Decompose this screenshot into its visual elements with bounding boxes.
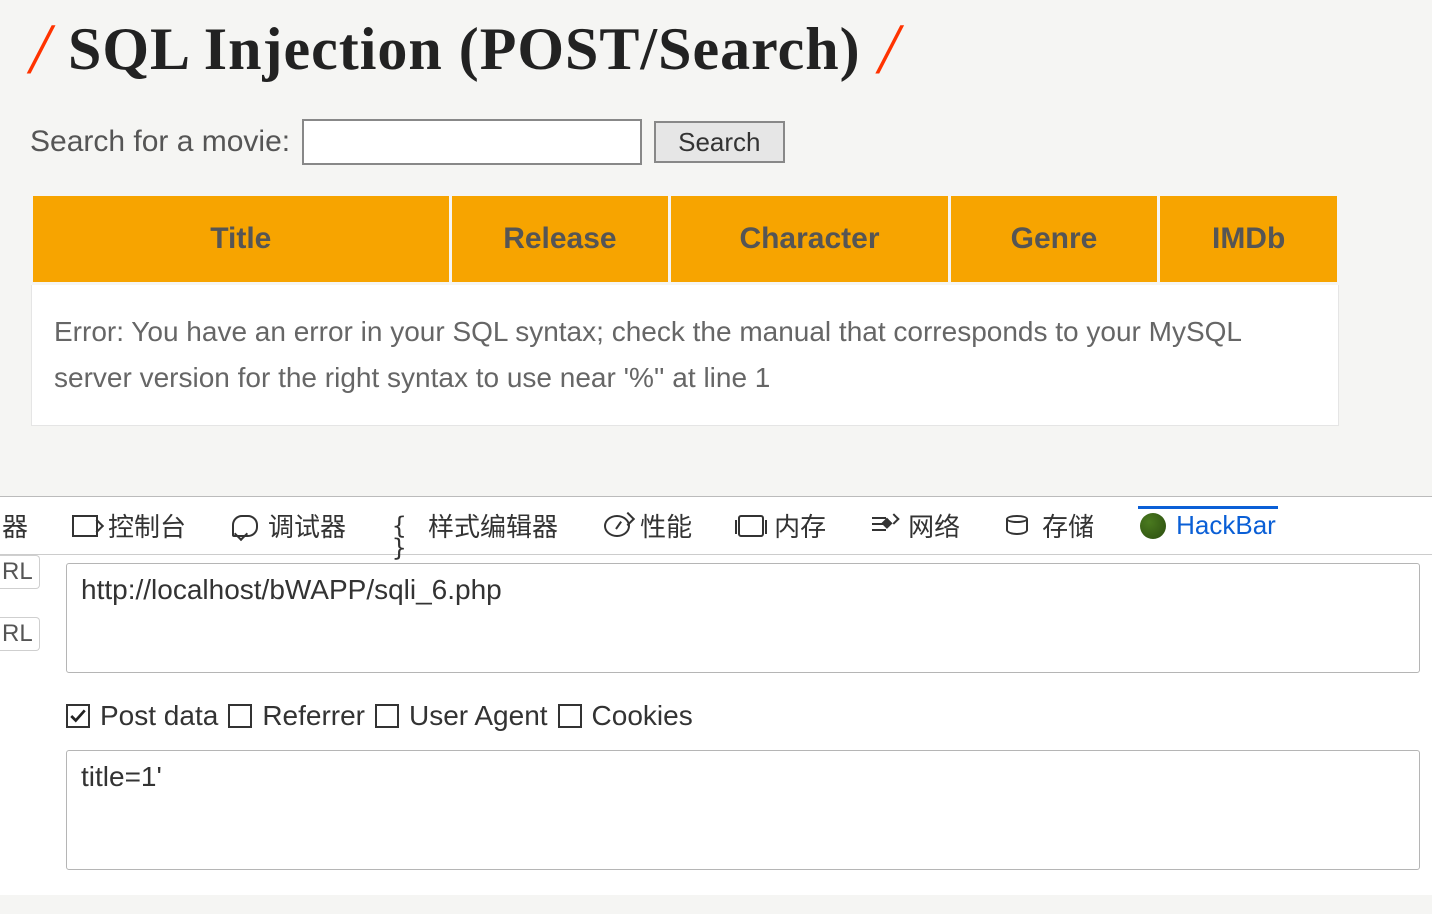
tab-storage[interactable]: 存储: [1004, 503, 1096, 548]
checkbox-referrer-label: Referrer: [262, 700, 365, 732]
search-form: Search for a movie: Search: [30, 119, 1402, 165]
checkbox-user-agent[interactable]: User Agent: [375, 700, 548, 732]
post-data-input[interactable]: [66, 750, 1420, 870]
tab-network[interactable]: 网络: [870, 503, 962, 548]
col-release: Release: [450, 195, 670, 284]
checkbox-cookies[interactable]: Cookies: [558, 700, 693, 732]
checkbox-icon: [558, 704, 582, 728]
tab-memory[interactable]: 内存: [736, 503, 828, 548]
tab-console-label: 控制台: [108, 507, 186, 544]
console-icon: [72, 515, 98, 537]
chip-icon: [738, 515, 764, 537]
search-button[interactable]: Search: [654, 121, 784, 163]
tab-memory-label: 内存: [774, 507, 826, 544]
tab-performance-label: 性能: [640, 507, 692, 544]
tab-style-editor[interactable]: { } 样式编辑器: [390, 503, 560, 548]
url-input[interactable]: [66, 563, 1420, 673]
tab-performance[interactable]: 性能: [602, 503, 694, 548]
tab-hackbar-label: HackBar: [1176, 510, 1276, 541]
side-button-rl-1[interactable]: RL: [0, 555, 40, 589]
tab-truncated[interactable]: 器: [0, 507, 28, 544]
checkbox-post-data-label: Post data: [100, 700, 218, 732]
col-title: Title: [32, 195, 451, 284]
devtools-tabs: 器 控制台 调试器 { } 样式编辑器 性能 内存 网络 存储: [0, 497, 1432, 555]
tab-hackbar[interactable]: HackBar: [1138, 506, 1278, 545]
checkbox-cookies-label: Cookies: [592, 700, 693, 732]
sql-error-message: Error: You have an error in your SQL syn…: [32, 284, 1339, 426]
database-icon: [1006, 515, 1032, 537]
checkbox-icon: [66, 704, 90, 728]
checkbox-icon: [228, 704, 252, 728]
checkbox-user-agent-label: User Agent: [409, 700, 548, 732]
page-title: SQL Injection (POST/Search): [68, 15, 861, 84]
hackbar-options: Post data Referrer User Agent Cookies: [66, 700, 1420, 732]
checkbox-post-data[interactable]: Post data: [66, 700, 218, 732]
movie-table: Title Release Character Genre IMDb Error…: [30, 193, 1340, 426]
col-genre: Genre: [949, 195, 1159, 284]
checkbox-icon: [375, 704, 399, 728]
col-imdb: IMDb: [1159, 195, 1339, 284]
tab-debugger-label: 调试器: [268, 507, 346, 544]
checkbox-referrer[interactable]: Referrer: [228, 700, 365, 732]
tab-debugger[interactable]: 调试器: [230, 503, 348, 548]
devtools-panel: 器 控制台 调试器 { } 样式编辑器 性能 内存 网络 存储: [0, 496, 1432, 895]
col-character: Character: [670, 195, 950, 284]
search-label: Search for a movie:: [30, 125, 290, 159]
network-icon: [872, 515, 898, 537]
debugger-icon: [232, 515, 258, 537]
slash-icon: /: [879, 8, 899, 91]
braces-icon: { }: [392, 515, 418, 537]
tab-network-label: 网络: [908, 507, 960, 544]
tab-console[interactable]: 控制台: [70, 503, 188, 548]
hackbar-icon: [1140, 513, 1166, 539]
gauge-icon: [604, 515, 630, 537]
hackbar-body: RL RL Post data Referrer User A: [0, 555, 1432, 895]
tab-style-label: 样式编辑器: [428, 507, 558, 544]
page-title-row: / SQL Injection (POST/Search) /: [30, 0, 1402, 111]
tab-storage-label: 存储: [1042, 507, 1094, 544]
search-input[interactable]: [302, 119, 642, 165]
slash-icon: /: [30, 8, 50, 91]
side-button-rl-2[interactable]: RL: [0, 617, 40, 651]
